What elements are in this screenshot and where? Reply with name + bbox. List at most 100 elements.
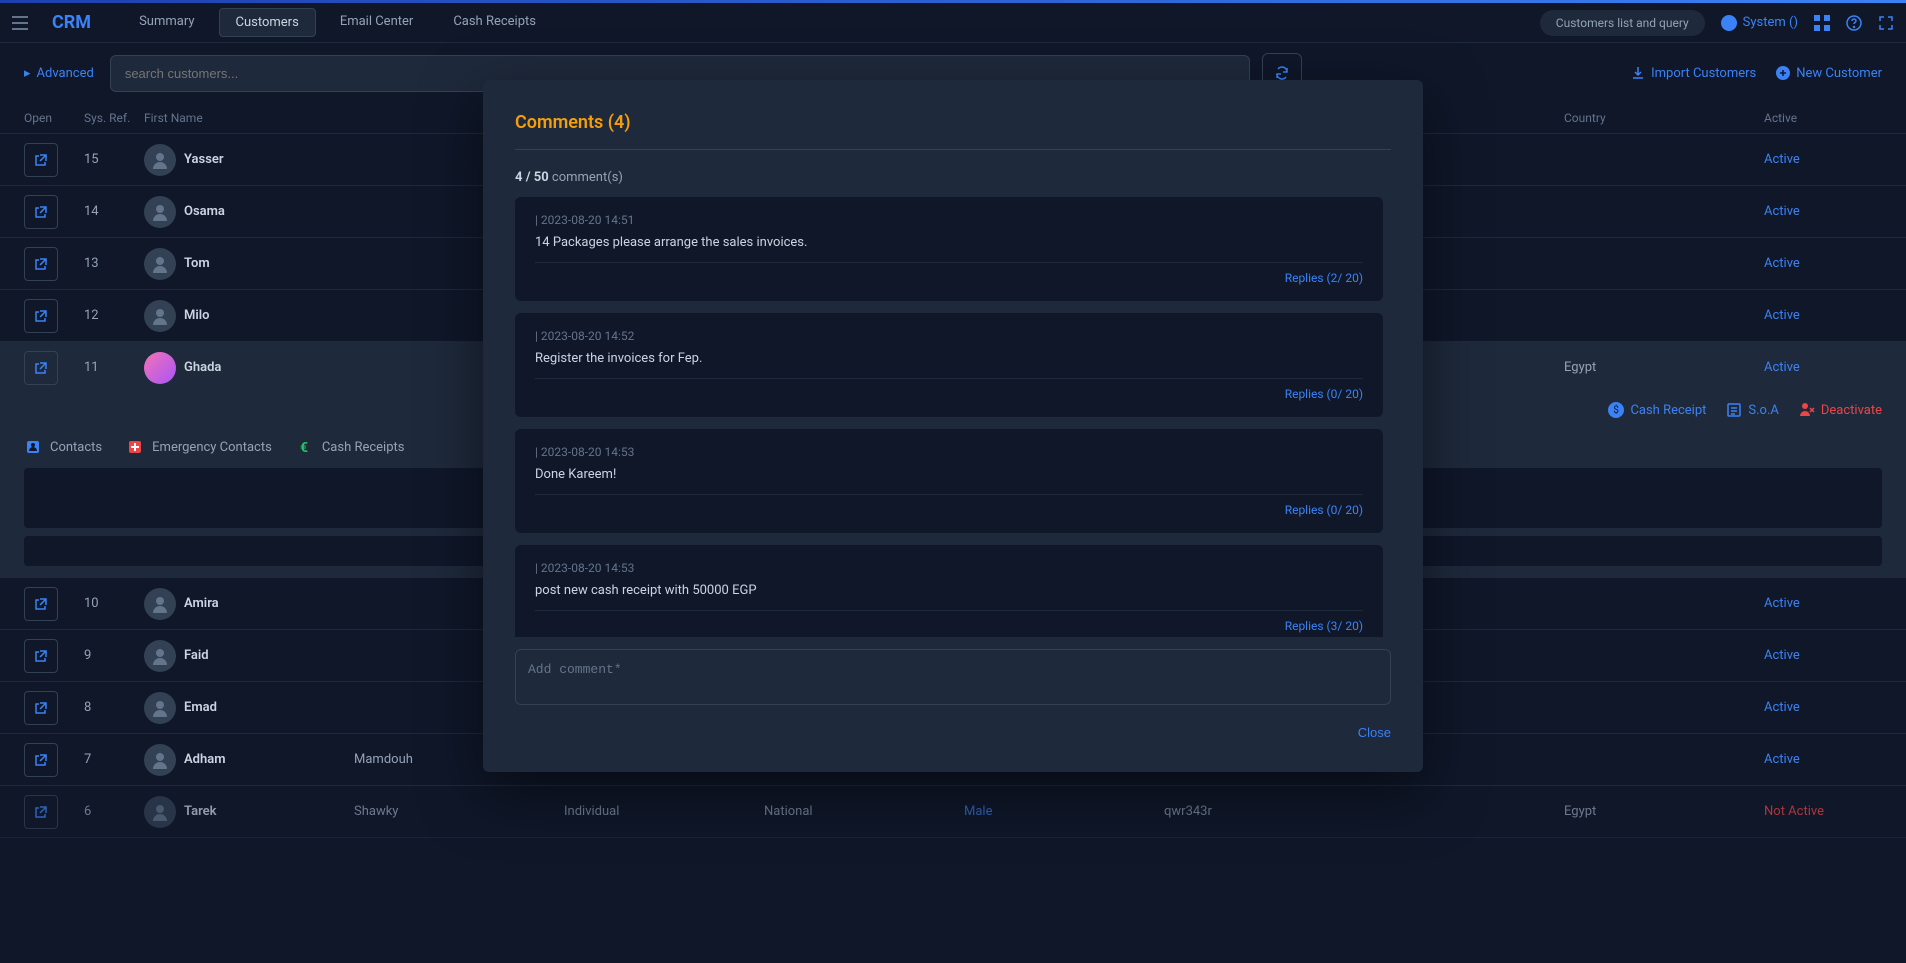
open-button[interactable] [24,195,58,229]
c4: Shawky [354,804,564,819]
comment-count: 4 / 50 comment(s) [515,170,1391,185]
active-status: Active [1764,152,1906,167]
avatar [144,144,176,176]
name-cell: Yasser [144,144,354,176]
name-cell: Amira [144,588,354,620]
active-status: Active [1764,360,1906,375]
name-cell: Tom [144,248,354,280]
avatar [144,248,176,280]
open-button[interactable] [24,587,58,621]
col-active[interactable]: Active [1764,111,1906,125]
avatar [144,300,176,332]
comment-text: Register the invoices for Fep. [535,351,1363,379]
euro-icon: € [296,438,314,456]
c7: Male [964,804,1164,819]
avatar [144,744,176,776]
user-chip[interactable]: System () [1721,15,1798,31]
col-sysref[interactable]: Sys. Ref. [84,111,144,125]
add-comment-input[interactable] [515,649,1391,705]
sysref: 10 [84,596,144,611]
open-button[interactable] [24,691,58,725]
open-button[interactable] [24,299,58,333]
name-cell: Adham [144,744,354,776]
user-label: System () [1743,15,1798,30]
avatar [144,796,176,828]
col-open[interactable]: Open [24,111,84,125]
replies-link[interactable]: Replies (0/ 20) [535,503,1363,517]
comment-card: | 2023-08-20 14:53 post new cash receipt… [515,545,1383,637]
name-cell: Osama [144,196,354,228]
import-customers-button[interactable]: Import Customers [1631,66,1756,81]
active-status: Active [1764,308,1906,323]
new-customer-button[interactable]: New Customer [1776,66,1882,81]
table-row[interactable]: 6 Tarek Shawky Individual National Male … [0,786,1906,838]
country: Egypt [1564,804,1764,819]
c8: qwr343r [1164,804,1364,819]
col-country[interactable]: Country [1564,111,1764,125]
name-cell: Ghada [144,352,354,384]
comment-card: | 2023-08-20 14:52 Register the invoices… [515,313,1383,417]
name-cell: Milo [144,300,354,332]
active-status: Active [1764,752,1906,767]
replies-link[interactable]: Replies (0/ 20) [535,387,1363,401]
avatar [144,588,176,620]
open-button[interactable] [24,351,58,385]
name-cell: Emad [144,692,354,724]
sysref: 15 [84,152,144,167]
c5: Individual [564,804,764,819]
sub-tab-cashreceipts[interactable]: € Cash Receipts [296,438,405,456]
comment-meta: | 2023-08-20 14:51 [535,213,1363,227]
open-button[interactable] [24,743,58,777]
comment-text: 14 Packages please arrange the sales inv… [535,235,1363,263]
apps-icon[interactable] [1814,15,1830,31]
cash-receipt-action[interactable]: $ Cash Receipt [1608,402,1706,418]
comments-list[interactable]: | 2023-08-20 14:51 14 Packages please ar… [515,197,1391,637]
advanced-button[interactable]: ▸Advanced [24,66,94,81]
deactivate-action[interactable]: Deactivate [1799,402,1882,418]
active-status: Not Active [1764,804,1906,819]
help-icon[interactable] [1846,15,1862,31]
active-status: Active [1764,204,1906,219]
logo: CRM [52,12,91,33]
modal-title: Comments (4) [515,112,1391,150]
comment-card: | 2023-08-20 14:51 14 Packages please ar… [515,197,1383,301]
soa-action[interactable]: S.o.A [1726,402,1778,418]
open-button[interactable] [24,639,58,673]
svg-text:€: € [300,440,308,455]
avatar [144,352,176,384]
sub-tab-emergency[interactable]: Emergency Contacts [126,438,272,456]
nav-tab-email-center[interactable]: Email Center [324,8,430,37]
app-header: CRM Summary Customers Email Center Cash … [0,3,1906,43]
name-cell: Tarek [144,796,354,828]
context-pill: Customers list and query [1540,10,1705,36]
emergency-icon [126,438,144,456]
menu-icon[interactable] [12,16,28,30]
sysref: 6 [84,804,144,819]
sub-tab-contacts[interactable]: Contacts [24,438,102,456]
comments-modal: Comments (4) 4 / 50 comment(s) | 2023-08… [483,80,1423,772]
comment-meta: | 2023-08-20 14:53 [535,561,1363,575]
open-button[interactable] [24,143,58,177]
sysref: 12 [84,308,144,323]
nav-tabs: Summary Customers Email Center Cash Rece… [123,8,552,37]
open-button[interactable] [24,795,58,829]
expand-icon[interactable] [1878,15,1894,31]
sysref: 7 [84,752,144,767]
sysref: 11 [84,360,144,375]
active-status: Active [1764,256,1906,271]
replies-link[interactable]: Replies (3/ 20) [535,619,1363,633]
sysref: 8 [84,700,144,715]
nav-tab-summary[interactable]: Summary [123,8,210,37]
country: Egypt [1564,360,1764,375]
nav-tab-customers[interactable]: Customers [219,8,316,37]
avatar [144,640,176,672]
avatar [144,196,176,228]
close-button[interactable]: Close [1358,725,1391,740]
contacts-icon [24,438,42,456]
active-status: Active [1764,596,1906,611]
replies-link[interactable]: Replies (2/ 20) [535,271,1363,285]
nav-tab-cash-receipts[interactable]: Cash Receipts [437,8,552,37]
active-status: Active [1764,648,1906,663]
open-button[interactable] [24,247,58,281]
col-firstname[interactable]: First Name [144,111,354,125]
